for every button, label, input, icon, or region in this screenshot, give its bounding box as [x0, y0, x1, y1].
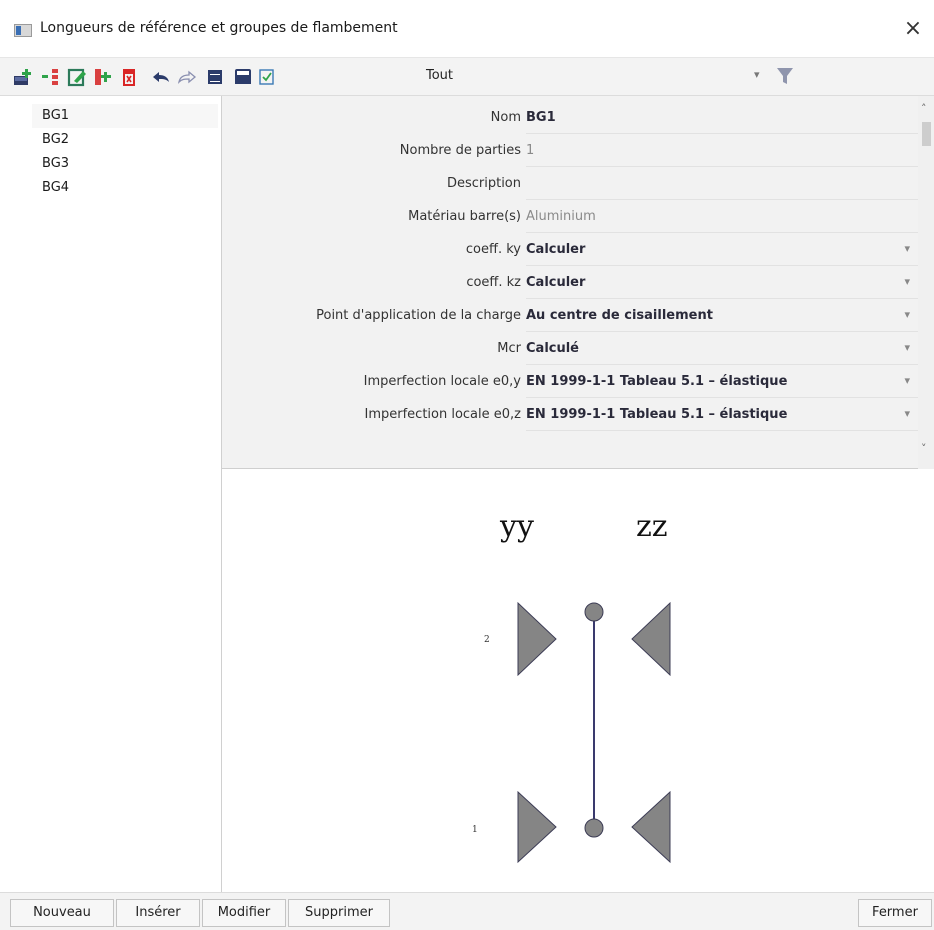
checklist-icon[interactable]	[256, 66, 278, 88]
imperfection-y-select[interactable]: EN 1999-1-1 Tableau 5.1 – élastique ▾	[526, 366, 918, 398]
property-row-nom: Nom BG1	[222, 102, 918, 135]
property-value: Calculer	[526, 275, 586, 290]
button-bar: Nouveau Insérer Modifier Supprimer Ferme…	[0, 892, 934, 930]
property-label: coeff. kz	[466, 275, 521, 290]
load-point-select[interactable]: Au centre de cisaillement ▾	[526, 300, 918, 332]
zz-label: zz	[636, 509, 668, 544]
yy-label: yy	[499, 509, 534, 544]
property-label: Matériau barre(s)	[408, 209, 521, 224]
chevron-down-icon[interactable]: ▾	[904, 242, 910, 255]
save-icon[interactable]	[232, 66, 254, 88]
property-value: Calculer	[526, 242, 586, 257]
material-field: Aluminium	[526, 201, 918, 233]
filter-select[interactable]: Tout	[426, 68, 453, 83]
support-zz-top	[631, 601, 671, 677]
kz-select[interactable]: Calculer ▾	[526, 267, 918, 299]
node-number-top: 2	[484, 635, 490, 645]
property-row-description: Description	[222, 168, 918, 201]
undo-icon[interactable]	[150, 66, 172, 88]
property-value: Aluminium	[526, 209, 596, 224]
modify-button[interactable]: Modifier	[202, 899, 286, 927]
property-label: Mcr	[497, 341, 521, 356]
new-button[interactable]: Nouveau	[10, 899, 114, 927]
property-label: coeff. ky	[465, 242, 521, 257]
node-bottom	[584, 818, 604, 838]
parts-field: 1	[526, 135, 918, 167]
app-icon	[14, 24, 32, 37]
chevron-down-icon[interactable]: ▾	[904, 341, 910, 354]
vertical-scrollbar[interactable]: ˄ ˅	[918, 96, 934, 469]
property-value: Calculé	[526, 341, 580, 356]
property-label: Nombre de parties	[399, 143, 521, 158]
name-field[interactable]: BG1	[526, 102, 918, 134]
buckling-diagram: yy zz 2 1	[222, 470, 934, 892]
list-item[interactable]: BG1	[32, 104, 218, 128]
window-title: Longueurs de référence et groupes de fla…	[40, 20, 398, 36]
scroll-thumb[interactable]	[922, 122, 931, 146]
imperfection-z-select[interactable]: EN 1999-1-1 Tableau 5.1 – élastique ▾	[526, 399, 918, 431]
property-label: Imperfection locale e0,y	[363, 374, 521, 389]
ky-select[interactable]: Calculer ▾	[526, 234, 918, 266]
insert-icon[interactable]	[40, 66, 62, 88]
table-icon[interactable]	[204, 66, 226, 88]
property-value: EN 1999-1-1 Tableau 5.1 – élastique	[526, 407, 788, 422]
close-button[interactable]: Fermer	[858, 899, 932, 927]
scroll-up-icon[interactable]: ˄	[921, 102, 927, 115]
list-item[interactable]: BG4	[32, 176, 218, 200]
support-yy-bottom	[517, 790, 557, 864]
chevron-down-icon[interactable]: ▾	[754, 68, 760, 81]
property-row-e0y: Imperfection locale e0,y EN 1999-1-1 Tab…	[222, 366, 918, 399]
property-value: EN 1999-1-1 Tableau 5.1 – élastique	[526, 374, 788, 389]
property-label: Point d'application de la charge	[316, 308, 521, 323]
chevron-down-icon[interactable]: ▾	[904, 374, 910, 387]
mcr-select[interactable]: Calculé ▾	[526, 333, 918, 365]
copy-icon[interactable]	[92, 66, 114, 88]
title-bar: Longueurs de référence et groupes de fla…	[0, 0, 934, 58]
property-label: Imperfection locale e0,z	[364, 407, 522, 422]
edit-icon[interactable]	[66, 66, 88, 88]
chevron-down-icon[interactable]: ▾	[904, 308, 910, 321]
description-field[interactable]	[526, 168, 918, 200]
property-value: BG1	[526, 110, 556, 125]
property-row-e0z: Imperfection locale e0,z EN 1999-1-1 Tab…	[222, 399, 918, 432]
new-record-icon[interactable]	[12, 66, 34, 88]
property-row-charge: Point d'application de la charge Au cent…	[222, 300, 918, 333]
property-value: Au centre de cisaillement	[526, 308, 713, 323]
delete-button[interactable]: Supprimer	[288, 899, 390, 927]
scroll-down-icon[interactable]: ˅	[921, 442, 927, 455]
properties-panel: Nom BG1 Nombre de parties 1 Description …	[222, 96, 934, 469]
property-label: Nom	[490, 110, 521, 125]
property-value: 1	[526, 143, 535, 158]
delete-icon[interactable]	[118, 66, 140, 88]
list-item[interactable]: BG3	[32, 152, 218, 176]
property-row-materiau: Matériau barre(s) Aluminium	[222, 201, 918, 234]
node-number-bottom: 1	[472, 825, 478, 835]
property-label: Description	[446, 176, 521, 191]
property-row-parties: Nombre de parties 1	[222, 135, 918, 168]
insert-button[interactable]: Insérer	[116, 899, 200, 927]
property-row-ky: coeff. ky Calculer ▾	[222, 234, 918, 267]
group-list: BG1 BG2 BG3 BG4	[0, 96, 222, 892]
list-item[interactable]: BG2	[32, 128, 218, 152]
node-top	[584, 602, 604, 622]
redo-icon[interactable]	[176, 66, 198, 88]
toolbar: Tout ▾	[0, 58, 934, 96]
chevron-down-icon[interactable]: ▾	[904, 407, 910, 420]
close-icon[interactable]: ×	[900, 14, 926, 44]
diagram-canvas: yy zz 2 1	[472, 509, 671, 864]
funnel-icon[interactable]	[776, 66, 794, 86]
property-row-mcr: Mcr Calculé ▾	[222, 333, 918, 366]
support-yy-top	[517, 601, 557, 677]
property-row-kz: coeff. kz Calculer ▾	[222, 267, 918, 300]
support-zz-bottom	[631, 790, 671, 864]
chevron-down-icon[interactable]: ▾	[904, 275, 910, 288]
